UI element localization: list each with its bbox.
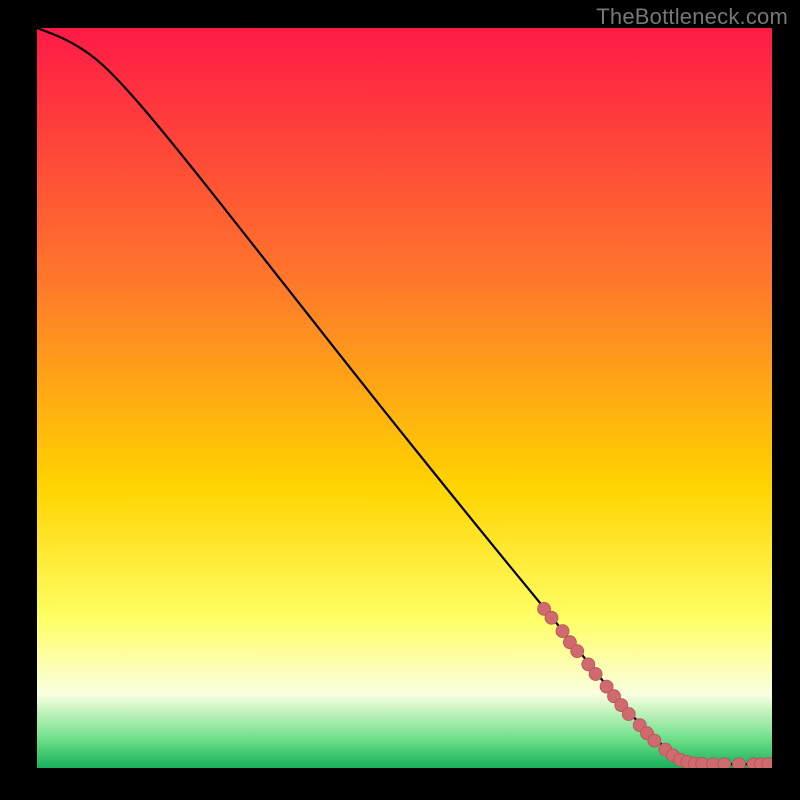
marker-point — [648, 734, 661, 747]
gradient-bg — [37, 28, 772, 768]
plot-area — [37, 28, 772, 768]
watermark-text: TheBottleneck.com — [596, 4, 788, 30]
marker-point — [622, 708, 635, 721]
marker-point — [718, 758, 731, 768]
marker-point — [732, 758, 745, 768]
plot-svg — [37, 28, 772, 768]
chart-stage: TheBottleneck.com — [0, 0, 800, 800]
marker-point — [556, 625, 569, 638]
marker-point — [571, 645, 584, 658]
marker-point — [589, 668, 602, 681]
marker-point — [545, 611, 558, 624]
